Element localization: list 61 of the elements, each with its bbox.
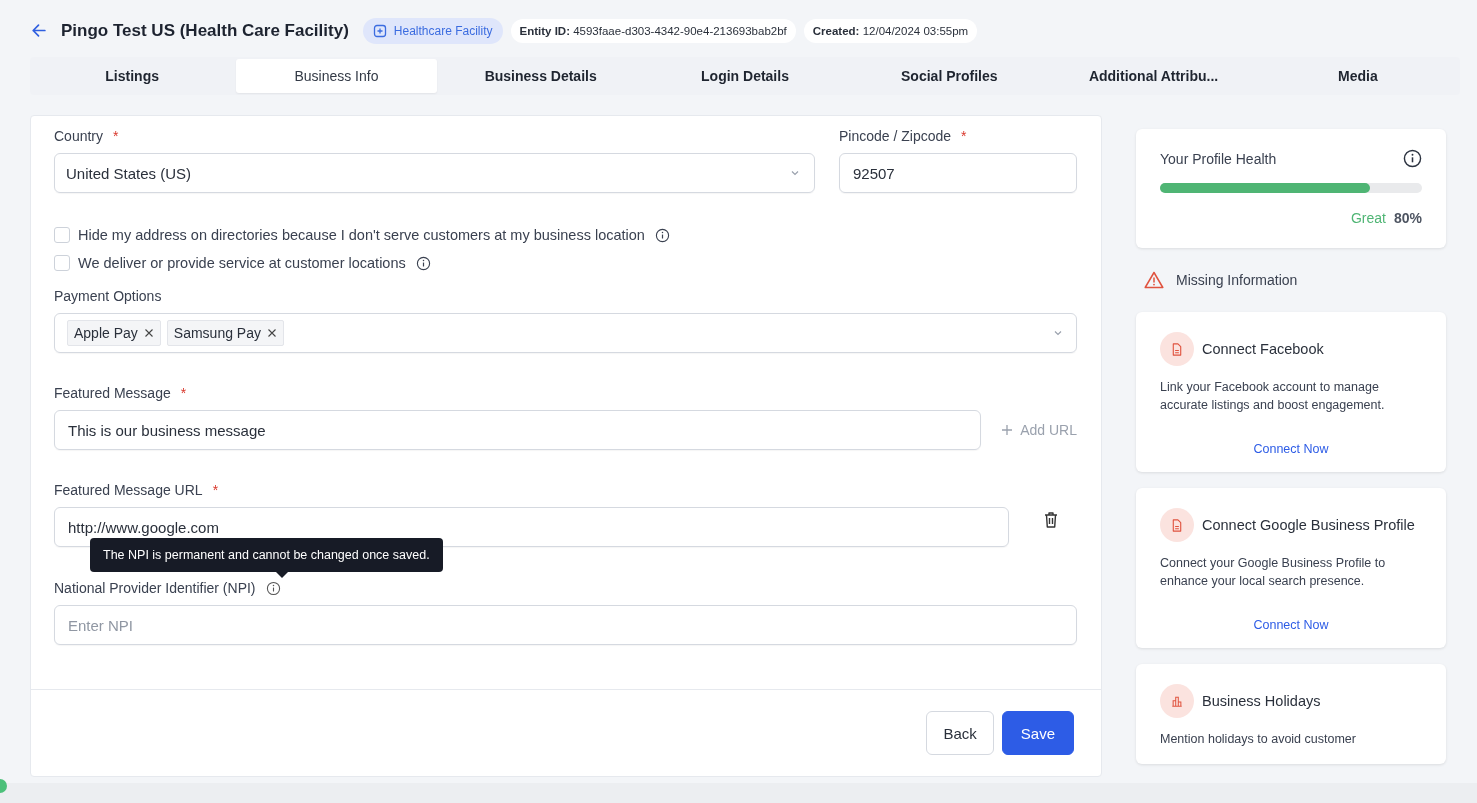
- tab[interactable]: Listings: [32, 59, 233, 93]
- country-select[interactable]: United States (US): [54, 153, 815, 193]
- info-icon[interactable]: [654, 227, 670, 243]
- meta-chip: Created: 12/04/2024 03:55pm: [803, 18, 978, 43]
- checkbox[interactable]: [54, 255, 70, 271]
- page-title: Pingo Test US (Health Care Facility): [61, 20, 349, 41]
- payment-tag: Samsung Pay: [166, 320, 284, 346]
- plus-icon: [1001, 424, 1014, 436]
- required-mark: *: [179, 385, 187, 401]
- card-description: Connect your Google Business Profile to enhance your local search presence.: [1160, 555, 1387, 590]
- checkbox-label: Hide my address on directories because I don't serve customers at my business location: [78, 227, 645, 243]
- connect-link[interactable]: Connect Now: [1253, 618, 1329, 632]
- required-mark: *: [211, 482, 219, 498]
- back-icon[interactable]: [30, 22, 47, 39]
- tooltip-pointer: [276, 572, 288, 578]
- info-icon[interactable]: [265, 580, 281, 596]
- input-field[interactable]: 92507: [839, 153, 1077, 193]
- remove-icon[interactable]: [143, 328, 154, 338]
- input-field[interactable]: Enter NPI: [54, 605, 1077, 645]
- info-icon[interactable]: [415, 255, 431, 271]
- delete-icon[interactable]: [1043, 511, 1059, 529]
- field-label: Payment Options: [54, 288, 163, 304]
- tab[interactable]: Business Details: [440, 59, 641, 93]
- card-title: Business Holidays: [1202, 693, 1321, 709]
- health-percent: 80%: [1393, 210, 1422, 226]
- document-icon: [1160, 508, 1194, 542]
- tab[interactable]: Social Profiles: [849, 59, 1050, 93]
- health-rating: Great: [1350, 210, 1386, 226]
- tab[interactable]: Login Details: [644, 59, 846, 93]
- tab[interactable]: Business Info: [236, 59, 437, 93]
- document-icon: [1160, 332, 1194, 366]
- remove-icon[interactable]: [267, 328, 277, 338]
- tab[interactable]: Additional Attribu...: [1053, 59, 1254, 93]
- required-mark: *: [960, 128, 967, 144]
- field-label: Featured Message URL: [54, 482, 203, 498]
- chart-icon: [1160, 684, 1194, 718]
- payment-select[interactable]: Apple Pay Samsung Pay: [54, 313, 1077, 353]
- required-mark: *: [112, 128, 119, 144]
- back-button[interactable]: Back: [926, 711, 994, 755]
- card-description: Mention holidays to avoid customer: [1160, 731, 1357, 748]
- checkbox-label: We deliver or provide service at customer locations: [78, 255, 406, 271]
- field-label: Featured Message: [54, 385, 171, 401]
- connect-link[interactable]: Connect Now: [1253, 442, 1329, 456]
- category-badge: Healthcare Facility: [362, 17, 503, 44]
- field-label: Country: [54, 128, 104, 144]
- tab[interactable]: Media: [1257, 59, 1458, 93]
- field-label: Pincode / Zipcode: [839, 128, 952, 144]
- field-label: National Provider Identifier (NPI): [54, 580, 256, 596]
- input-field[interactable]: This is our business message: [54, 410, 982, 450]
- info-icon[interactable]: [1403, 149, 1422, 168]
- checkbox[interactable]: [54, 227, 70, 243]
- card-description: Link your Facebook account to manage accurate listings and boost engagement.: [1160, 379, 1386, 414]
- card-title: Connect Facebook: [1202, 341, 1324, 357]
- payment-tag: Apple Pay: [67, 320, 161, 346]
- save-button[interactable]: Save: [1001, 711, 1074, 755]
- card-title: Your Profile Health: [1160, 150, 1277, 167]
- card-title: Connect Google Business Profile: [1202, 517, 1415, 533]
- warning-icon: [1144, 271, 1164, 289]
- meta-chip: Entity ID: 4593faae-d303-4342-90e4-213693bab2bf: [510, 18, 796, 43]
- tooltip: The NPI is permanent and cannot be changed once saved.: [90, 538, 443, 572]
- section-title: Missing Information: [1176, 272, 1298, 288]
